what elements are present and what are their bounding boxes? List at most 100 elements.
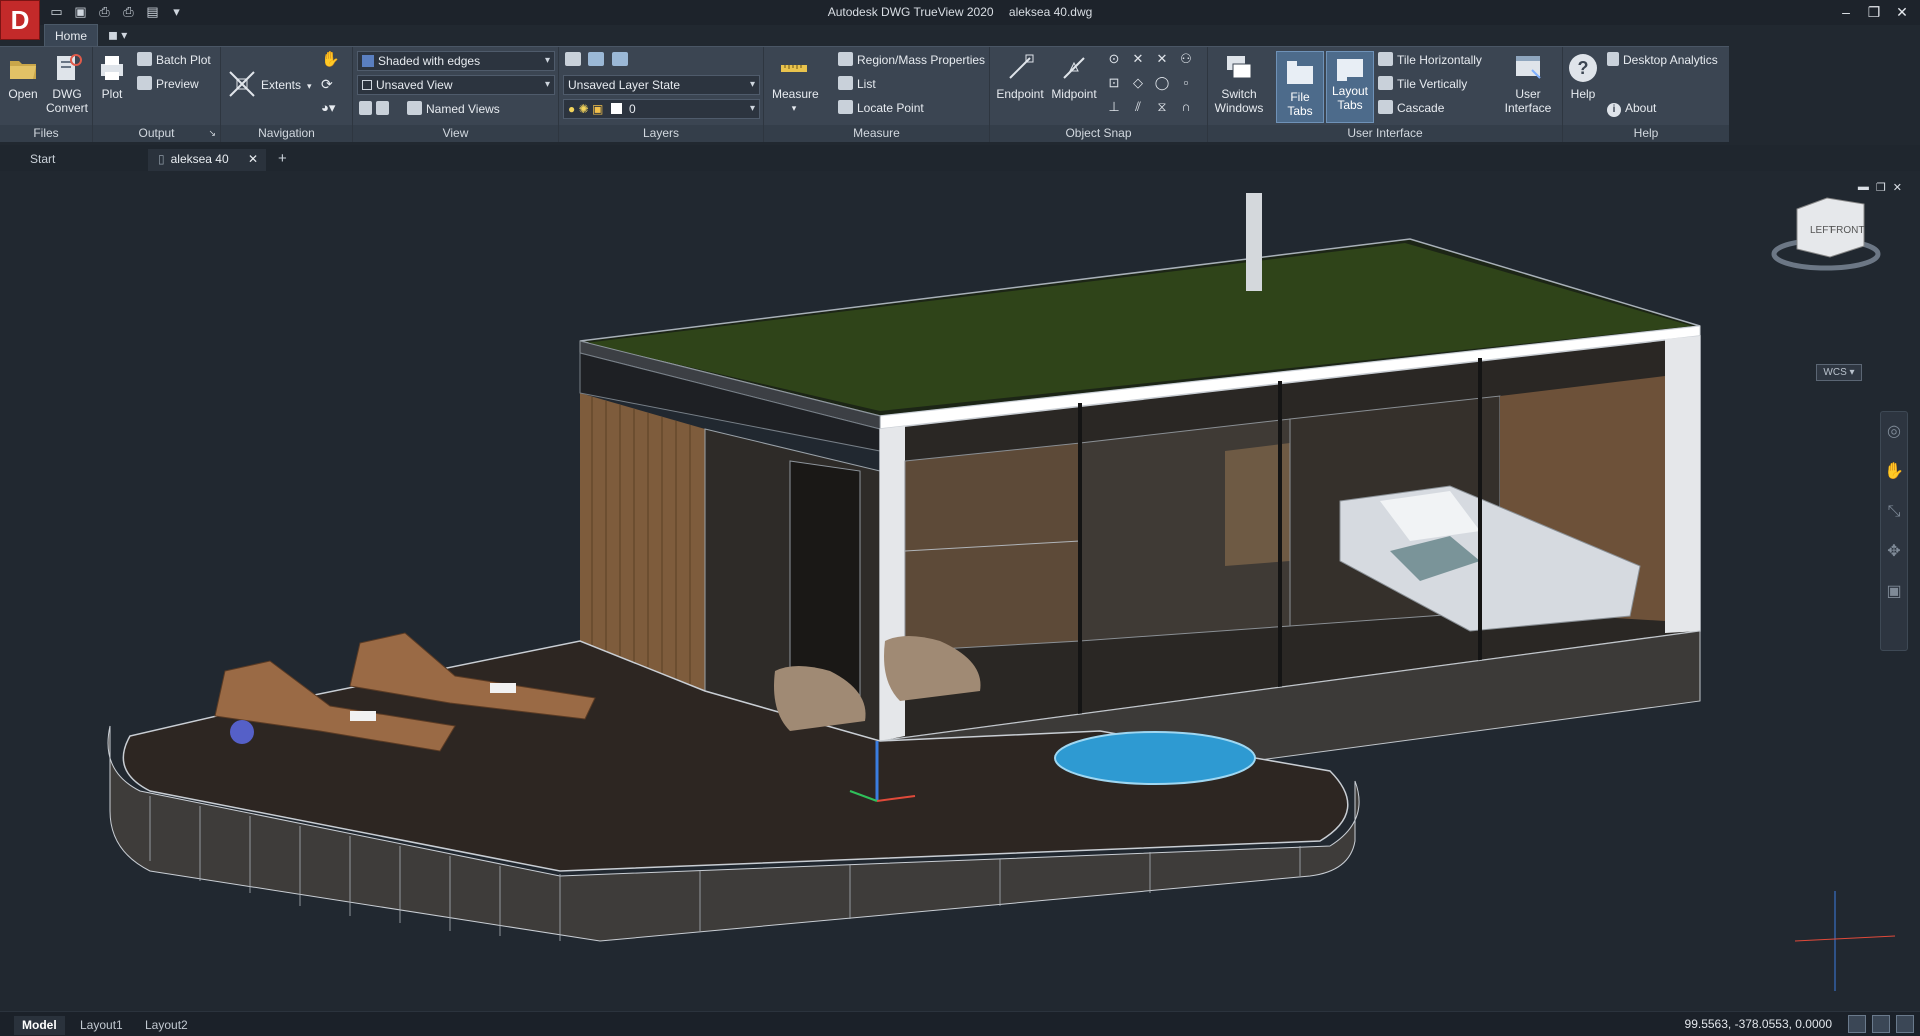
parallel-snap-icon[interactable]: ⫽ — [1130, 99, 1146, 115]
measure-dropdown-icon[interactable]: ▾ — [772, 101, 816, 115]
navigation-bar: ◎ ✋ ⤡ ✥ ▣ — [1880, 411, 1908, 651]
switch-windows-label-2: Windows — [1214, 101, 1264, 115]
svg-text:?: ? — [1578, 58, 1589, 78]
visual-style-select[interactable]: Shaded with edges — [357, 51, 555, 71]
close-tab-icon[interactable]: ✕ — [248, 149, 258, 169]
named-views-button[interactable]: Named Views — [407, 99, 500, 119]
center-snap-icon[interactable]: ⊙ — [1106, 51, 1122, 67]
close-icon[interactable]: ✕ — [1888, 1, 1916, 23]
layer-previous-icon[interactable] — [588, 52, 605, 66]
layer-tools — [565, 50, 632, 70]
nearest-snap-icon[interactable]: ⧖ — [1154, 99, 1170, 115]
layout-tabs-toggle[interactable]: Layout Tabs — [1326, 51, 1374, 123]
viewcube-front-face[interactable]: FRONT — [1830, 225, 1864, 236]
tile-horizontally-button[interactable]: Tile Horizontally — [1378, 50, 1482, 70]
tab-home[interactable]: Home — [44, 24, 99, 46]
insertion-snap-icon[interactable]: ▫ — [1178, 75, 1194, 91]
layout-tab-layout2[interactable]: Layout2 — [137, 1016, 196, 1035]
towel-2 — [490, 683, 516, 693]
measure-button[interactable]: Measure ▾ — [772, 52, 819, 115]
list-label: List — [857, 77, 876, 91]
perpendicular-snap-icon[interactable]: ⊥ — [1106, 99, 1122, 115]
endpoint-snap-button[interactable]: Endpoint — [994, 52, 1046, 101]
node-snap-icon[interactable]: ⊡ — [1106, 75, 1122, 91]
tile-horizontally-icon — [1378, 52, 1393, 66]
orbit-icon[interactable]: ⟳ — [321, 74, 333, 94]
plot-button[interactable]: Plot — [95, 52, 129, 101]
pan-icon[interactable]: ✋ — [321, 50, 340, 70]
wcs-menu[interactable]: WCS ▾ — [1816, 364, 1862, 381]
snap-magnet-icon[interactable]: ∩ — [1178, 99, 1194, 115]
steering-wheel-nav-icon[interactable]: ◎ — [1881, 412, 1907, 452]
layout-tab-layout1[interactable]: Layout1 — [72, 1016, 131, 1035]
preview-icon — [137, 76, 152, 90]
layer-select[interactable]: ● ✺ ▣ 0 — [563, 99, 760, 119]
tangent-snap-icon[interactable]: ◯ — [1154, 75, 1170, 91]
showmotion-nav-icon[interactable]: ▣ — [1881, 572, 1907, 612]
named-view-select[interactable]: Unsaved View — [357, 75, 555, 95]
isolate-objects-icon[interactable] — [1848, 1015, 1866, 1033]
cube-icon — [359, 101, 372, 115]
plus-icon: + — [278, 150, 287, 167]
restore-icon[interactable]: ❐ — [1860, 1, 1888, 23]
fullscreen-icon[interactable] — [1896, 1015, 1914, 1033]
region-mass-button[interactable]: Region/Mass Properties — [838, 50, 985, 70]
tile-vertically-button[interactable]: Tile Vertically — [1378, 74, 1467, 94]
layer-isolate-icon[interactable] — [611, 52, 628, 66]
preview-button[interactable]: Preview — [137, 74, 199, 94]
object-snap-panel: Endpoint Midpoint ⊙ ✕ ✕ ⚇ ⊡ ◇ ◯ ▫ ⊥ ⫽ ⧖ … — [990, 47, 1208, 142]
file-tabs-toggle[interactable]: File Tabs — [1276, 51, 1324, 123]
help-label: Help — [1570, 87, 1596, 101]
about-button[interactable]: i About — [1607, 98, 1656, 118]
midpoint-snap-button[interactable]: Midpoint — [1048, 52, 1100, 101]
layout-tab-model[interactable]: Model — [14, 1016, 65, 1035]
dwg-convert-button[interactable]: DWG Convert — [44, 52, 90, 115]
snap-settings-icon[interactable]: ⚇ — [1178, 51, 1194, 67]
cascade-button[interactable]: Cascade — [1378, 98, 1444, 118]
tile-horizontally-label: Tile Horizontally — [1397, 53, 1482, 67]
steering-wheel-icon[interactable]: ◕▾ — [321, 98, 335, 118]
new-tab-button[interactable]: + — [272, 149, 294, 171]
list-button[interactable]: List — [838, 74, 876, 94]
open-button[interactable]: Open — [4, 52, 42, 101]
apparent-intersection-icon[interactable]: ✕ — [1154, 51, 1170, 67]
view-cube-toggle[interactable] — [359, 99, 393, 119]
navigation-panel: Extents ▾ ✋ ⟳ ◕▾ Navigation — [221, 47, 353, 142]
batch-plot-button[interactable]: Batch Plot — [137, 50, 211, 70]
desktop-analytics-button[interactable]: Desktop Analytics — [1607, 50, 1718, 70]
workspace-dropdown[interactable]: ◼ ▾ — [98, 24, 137, 46]
panel-launcher-icon[interactable]: ↘ — [208, 125, 216, 142]
measure-panel-title: Measure — [764, 125, 989, 142]
pan-nav-icon[interactable]: ✋ — [1881, 452, 1907, 492]
extents-dropdown-icon[interactable]: ▾ — [307, 81, 312, 91]
file-tab-aleksea[interactable]: ▯ aleksea 40 ✕ — [148, 149, 266, 171]
file-tab-start[interactable]: Start — [20, 149, 145, 171]
extents-button[interactable]: Extents ▾ — [261, 75, 312, 95]
layer-properties-icon[interactable] — [565, 52, 581, 66]
locate-point-button[interactable]: Locate Point — [838, 98, 924, 118]
minimize-icon[interactable]: – — [1832, 1, 1860, 23]
file-tabs-bar: Start ▯ aleksea 40 ✕ + — [0, 145, 1920, 171]
intersection-snap-icon[interactable]: ✕ — [1130, 51, 1146, 67]
tile-vertically-icon — [1378, 76, 1393, 90]
annotation-monitor-icon[interactable] — [1872, 1015, 1890, 1033]
ribbon-tabs: Home ◼ ▾ — [44, 24, 137, 46]
drawing-viewport[interactable]: ▬ ❐ ✕ LEFT FRONT WCS ▾ ◎ ✋ ⤡ ✥ ▣ — [0, 171, 1920, 1011]
ribbon: Open DWG Convert Files Plot Batch Plot P… — [0, 46, 1729, 142]
user-interface-button[interactable]: User Interface — [1500, 52, 1556, 115]
user-interface-label-2: Interface — [1504, 101, 1552, 115]
layer-thaw-icon: ✺ — [578, 102, 589, 116]
visual-style-value: Shaded with edges — [378, 54, 481, 68]
quadrant-snap-icon[interactable]: ◇ — [1130, 75, 1146, 91]
orbit-nav-icon[interactable]: ✥ — [1881, 532, 1907, 572]
layer-state-select[interactable]: Unsaved Layer State — [563, 75, 760, 95]
zoom-nav-icon[interactable]: ⤡ — [1881, 492, 1907, 532]
user-interface-panel: Switch Windows File Tabs Layout Tabs Til… — [1208, 47, 1563, 142]
switch-windows-button[interactable]: Switch Windows — [1212, 52, 1266, 115]
region-mass-label: Region/Mass Properties — [857, 53, 986, 67]
help-button[interactable]: ? Help — [1563, 52, 1603, 101]
layer-state-value: Unsaved Layer State — [568, 78, 681, 92]
batch-plot-label: Batch Plot — [156, 53, 211, 67]
about-label: About — [1625, 101, 1657, 115]
layout-tabs-label-2: Tabs — [1337, 98, 1363, 112]
